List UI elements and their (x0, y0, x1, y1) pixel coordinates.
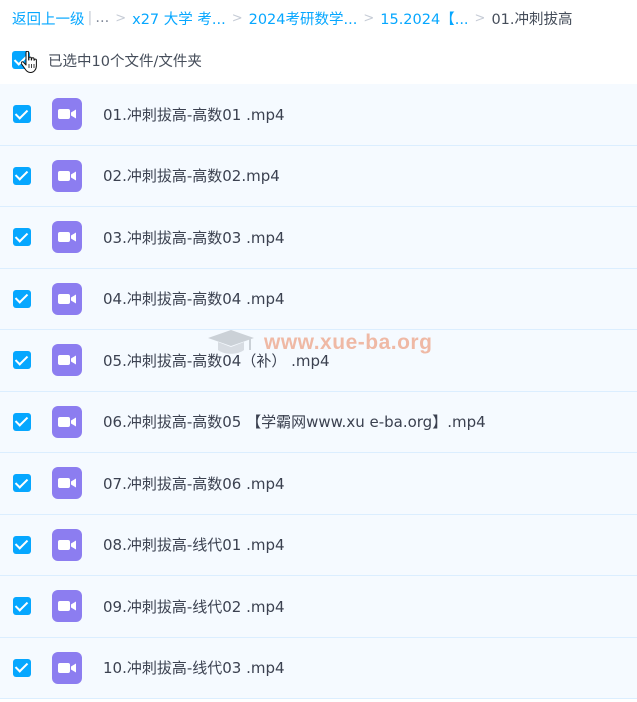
file-name[interactable]: 07.冲刺拔高-高数06 .mp4 (103, 473, 285, 494)
video-icon (52, 221, 82, 254)
chevron-right-icon: > (474, 10, 486, 26)
video-icon (52, 651, 82, 684)
file-row[interactable]: 07.冲刺拔高-高数06 .mp4 (0, 453, 637, 515)
file-name[interactable]: 04.冲刺拔高-高数04 .mp4 (103, 288, 285, 309)
file-name[interactable]: 01.冲刺拔高-高数01 .mp4 (103, 104, 285, 125)
file-row[interactable]: 05.冲刺拔高-高数04（补） .mp4 (0, 330, 637, 392)
row-checkbox[interactable] (13, 658, 31, 677)
video-icon (52, 344, 82, 377)
file-name[interactable]: 03.冲刺拔高-高数03 .mp4 (103, 227, 285, 248)
file-row[interactable]: 08.冲刺拔高-线代01 .mp4 (0, 514, 637, 576)
file-row[interactable]: 10.冲刺拔高-线代03 .mp4 (0, 637, 637, 699)
breadcrumb-item[interactable]: 2024考研数学... (249, 8, 358, 29)
breadcrumb-item[interactable]: 15.2024【... (380, 8, 468, 29)
row-checkbox[interactable] (13, 535, 31, 554)
row-checkbox[interactable] (13, 412, 31, 431)
row-checkbox[interactable] (13, 105, 31, 124)
breadcrumb: 返回上一级 | ... > x27 大学 考... > 2024考研数学... … (12, 6, 573, 30)
video-icon (52, 590, 82, 623)
back-link[interactable]: 返回上一级 (12, 8, 85, 29)
video-icon (52, 159, 82, 192)
chevron-right-icon: > (115, 10, 127, 26)
file-name[interactable]: 06.冲刺拔高-高数05 【学霸网www.xu e-ba.org】.mp4 (103, 411, 486, 432)
row-checkbox[interactable] (13, 166, 31, 185)
breadcrumb-current: 01.冲刺拔高 (491, 11, 573, 28)
selection-bar: 已选中10个文件/文件夹 (12, 46, 202, 74)
video-icon (52, 98, 82, 131)
row-checkbox[interactable] (13, 351, 31, 370)
selection-count: 已选中10个文件/文件夹 (48, 53, 202, 70)
hand-cursor-icon (21, 51, 37, 73)
file-row[interactable]: 01.冲刺拔高-高数01 .mp4 (0, 84, 637, 146)
video-icon (52, 467, 82, 500)
file-list: 01.冲刺拔高-高数01 .mp4 02.冲刺拔高-高数02.mp4 03.冲刺… (0, 84, 637, 699)
video-icon (52, 282, 82, 315)
row-checkbox[interactable] (13, 228, 31, 247)
file-row[interactable]: 02.冲刺拔高-高数02.mp4 (0, 145, 637, 207)
breadcrumb-ellipsis[interactable]: ... (95, 10, 109, 26)
file-name[interactable]: 05.冲刺拔高-高数04（补） .mp4 (103, 350, 330, 371)
video-icon (52, 528, 82, 561)
file-row[interactable]: 09.冲刺拔高-线代02 .mp4 (0, 576, 637, 638)
chevron-right-icon: > (231, 10, 243, 26)
breadcrumb-divider: | (87, 10, 93, 26)
row-checkbox[interactable] (13, 597, 31, 616)
row-checkbox[interactable] (13, 289, 31, 308)
file-row[interactable]: 04.冲刺拔高-高数04 .mp4 (0, 268, 637, 330)
row-checkbox[interactable] (13, 474, 31, 493)
file-row[interactable]: 03.冲刺拔高-高数03 .mp4 (0, 207, 637, 269)
file-name[interactable]: 08.冲刺拔高-线代01 .mp4 (103, 534, 285, 555)
file-row[interactable]: 06.冲刺拔高-高数05 【学霸网www.xu e-ba.org】.mp4 (0, 391, 637, 453)
video-icon (52, 405, 82, 438)
breadcrumb-item[interactable]: x27 大学 考... (132, 8, 226, 29)
file-name[interactable]: 10.冲刺拔高-线代03 .mp4 (103, 657, 285, 678)
chevron-right-icon: > (363, 10, 375, 26)
file-name[interactable]: 02.冲刺拔高-高数02.mp4 (103, 165, 280, 186)
file-name[interactable]: 09.冲刺拔高-线代02 .mp4 (103, 596, 285, 617)
